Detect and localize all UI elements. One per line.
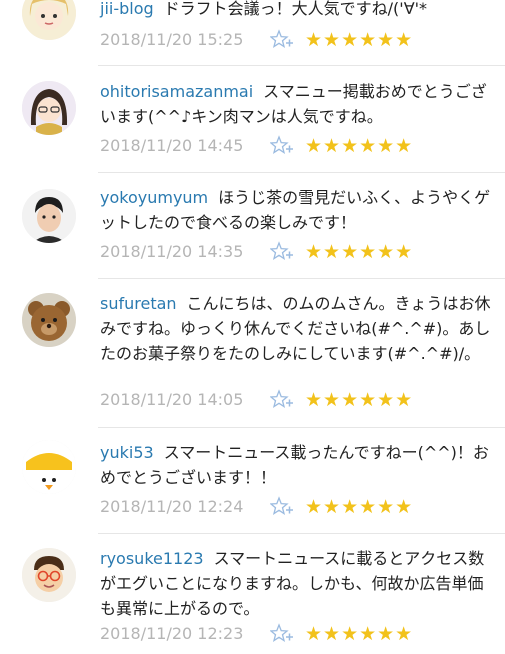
avatar[interactable] [22,548,76,602]
list-item: yuki53 スマートニュース載ったんですねー(^^)！おめでとうございます！！ … [0,428,505,534]
comment-text: ryosuke1123 スマートニュースに載るとアクセス数がエグいことになりますね… [100,546,493,621]
star-rating: ★★★★★★ [305,389,414,411]
comment-meta: 2018/11/20 14:35 ★★★★★★ [100,240,493,264]
comment-body: ドラフト会議っ！大人気ですね/('∀'* [163,0,428,18]
comment-timestamp: 2018/11/20 14:35 [100,242,244,261]
comment-timestamp: 2018/11/20 12:24 [100,497,244,516]
list-item: jii-blog ドラフト会議っ！大人気ですね/('∀'* 2018/11/20 … [0,0,505,66]
add-star-icon[interactable] [269,135,294,157]
comment-meta: 2018/11/20 12:24 ★★★★★★ [100,495,493,519]
comment-timestamp: 2018/11/20 12:23 [100,624,244,643]
star-rating: ★★★★★★ [305,623,414,645]
comment-timestamp: 2018/11/20 14:45 [100,136,244,155]
avatar[interactable] [22,293,76,347]
comment-username[interactable]: jii-blog [100,0,154,18]
star-rating: ★★★★★★ [305,496,414,518]
comment-meta: 2018/11/20 15:25 ★★★★★★ [100,28,493,52]
add-star-icon[interactable] [269,241,294,263]
comment-meta: 2018/11/20 12:23 ★★★★★★ [100,622,493,646]
comment-text: jii-blog ドラフト会議っ！大人気ですね/('∀'* [100,0,493,21]
comment-username[interactable]: yuki53 [100,443,154,462]
comment-username[interactable]: yokoyumyum [100,188,208,207]
list-item: yokoyumyum ほうじ茶の雪見だいふく、ようやくゲットしたので食べるの楽しみ… [0,173,505,279]
comment-text: yuki53 スマートニュース載ったんですねー(^^)！おめでとうございます！！ [100,440,493,490]
avatar[interactable] [22,189,76,243]
comment-text: ohitorisamazanmai スマニュー掲載おめでとうございます(^^♪キン… [100,79,493,129]
comment-text: sufuretan こんにちは、のムのムさん。きょうはお休みですね。ゆっくり休んで… [100,291,493,366]
divider [98,65,505,66]
list-item: sufuretan こんにちは、のムのムさん。きょうはお休みですね。ゆっくり休んで… [0,279,505,428]
comment-text: yokoyumyum ほうじ茶の雪見だいふく、ようやくゲットしたので食べるの楽しみ… [100,185,493,235]
star-rating: ★★★★★★ [305,241,414,263]
comment-username[interactable]: ohitorisamazanmai [100,82,253,101]
comment-meta: 2018/11/20 14:05 ★★★★★★ [100,388,493,412]
avatar[interactable] [22,0,76,40]
comment-body: スマートニュース載ったんですねー(^^)！おめでとうございます！！ [100,443,489,487]
avatar[interactable] [22,81,76,135]
comment-username[interactable]: ryosuke1123 [100,549,204,568]
list-item: ryosuke1123 スマートニュースに載るとアクセス数がエグいことになりますね… [0,534,505,654]
comment-meta: 2018/11/20 14:45 ★★★★★★ [100,134,493,158]
star-rating: ★★★★★★ [305,135,414,157]
list-item: ohitorisamazanmai スマニュー掲載おめでとうございます(^^♪キン… [0,67,505,173]
comment-list: jii-blog ドラフト会議っ！大人気ですね/('∀'* 2018/11/20 … [0,0,505,645]
add-star-icon[interactable] [269,623,294,645]
add-star-icon[interactable] [269,389,294,411]
add-star-icon[interactable] [269,496,294,518]
avatar[interactable] [22,440,76,494]
add-star-icon[interactable] [269,29,294,51]
comment-timestamp: 2018/11/20 14:05 [100,390,244,409]
comment-timestamp: 2018/11/20 15:25 [100,30,244,49]
star-rating: ★★★★★★ [305,29,414,51]
comment-username[interactable]: sufuretan [100,294,177,313]
